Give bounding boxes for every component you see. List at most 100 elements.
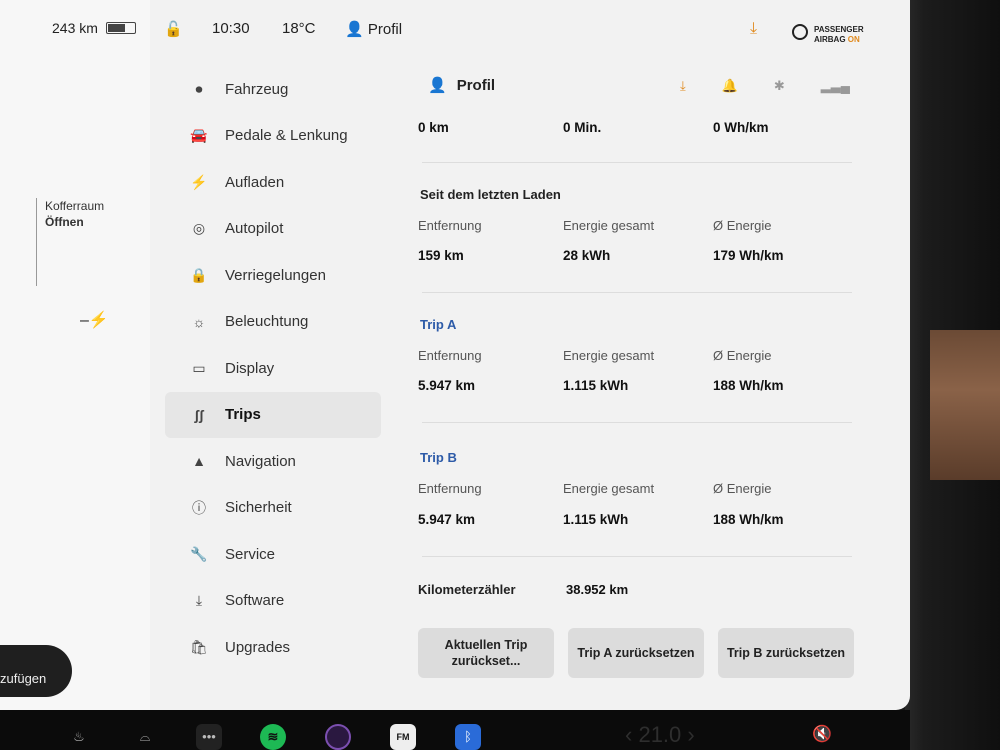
- steering-wheel-icon: ◎: [192, 220, 206, 237]
- trunk-control[interactable]: Kofferraum Öffnen: [36, 198, 104, 286]
- cabin-temperature[interactable]: ‹ 21.0 ›: [625, 722, 695, 748]
- lock-icon: 🔒: [190, 266, 208, 283]
- bolt-icon: ⚡: [190, 173, 208, 190]
- trip-a-energy: 1.115 kWh: [563, 378, 629, 393]
- passenger-airbag-status: PASSENGER AIRBAG ON: [814, 25, 864, 45]
- reset-trip-b-button[interactable]: Trip B zurücksetzen: [718, 628, 854, 678]
- profile-header[interactable]: 👤 Profil: [428, 76, 495, 94]
- alert-icon: ⓘ: [192, 499, 206, 516]
- lte-signal-icon: ▂▃▄: [820, 78, 850, 93]
- trunk-open-action[interactable]: Öffnen: [45, 215, 84, 229]
- trip-b-distance-label: Entfernung: [418, 481, 482, 496]
- trip-a-avg-label: Ø Energie: [713, 348, 772, 363]
- divider: [422, 556, 852, 557]
- charge-port-icon[interactable]: –⚡: [80, 310, 109, 330]
- menu-item-service[interactable]: 🔧 Service: [165, 531, 385, 578]
- profile-button[interactable]: 👤 Profil: [345, 20, 402, 38]
- since-charge-distance: 159 km: [418, 248, 464, 263]
- current-energy: 0 Wh/km: [713, 120, 769, 135]
- menu-item-label: Fahrzeug: [225, 80, 289, 98]
- download-icon[interactable]: ⤓: [750, 20, 757, 38]
- menu-item-label: Display: [225, 359, 275, 377]
- airbag-line2: AIRBAG: [814, 35, 846, 44]
- menu-item-aufladen[interactable]: ⚡ Aufladen: [165, 159, 385, 206]
- reset-buttons: Aktuellen Trip zurückset... Trip A zurüc…: [418, 628, 854, 678]
- more-apps-icon[interactable]: •••: [196, 724, 222, 750]
- menu-item-fahrzeug[interactable]: ⏺ Fahrzeug: [165, 66, 385, 113]
- navigation-icon: ▲: [192, 453, 206, 470]
- trunk-label: Kofferraum: [45, 199, 105, 213]
- reset-current-trip-button[interactable]: Aktuellen Trip zurückset...: [418, 628, 554, 678]
- odometer-label: Kilometerzähler: [418, 582, 516, 597]
- wood-trim: [930, 330, 1000, 480]
- menu-item-label: Pedale & Lenkung: [225, 127, 348, 145]
- since-charge-energy: 28 kWh: [563, 248, 611, 263]
- odometer-value: 38.952 km: [566, 582, 629, 597]
- menu-item-sicherheit[interactable]: ⓘ Sicherheit: [165, 485, 385, 532]
- menu-item-display[interactable]: ▭ Display: [165, 345, 385, 392]
- odometer: Kilometerzähler 38.952 km: [418, 582, 628, 597]
- bluetooth-icon[interactable]: ✱: [774, 78, 785, 94]
- range-value: 243 km: [52, 20, 98, 36]
- trip-b-energy-label: Energie gesamt: [563, 481, 655, 496]
- bluetooth-icon[interactable]: ᛒ: [455, 724, 481, 750]
- download-icon: ⤓: [195, 592, 203, 609]
- since-charge-title: Seit dem letzten Laden: [420, 187, 561, 202]
- spotify-icon[interactable]: ≋: [260, 724, 286, 750]
- trip-a-values: 5.947 km 1.115 kWh 188 Wh/km: [418, 378, 858, 393]
- current-time: 0 Min.: [563, 120, 602, 135]
- top-status-bar: 🔓 10:30 18°C 👤 Profil ⤓ PASSENGER AIRBAG…: [150, 0, 910, 58]
- divider: [422, 422, 852, 423]
- clock: 10:30: [212, 20, 250, 37]
- airbag-icon: [792, 24, 808, 40]
- bag-icon: 🛍: [190, 638, 208, 655]
- light-icon: ☼: [192, 313, 206, 330]
- trip-a-distance-label: Entfernung: [418, 348, 482, 363]
- toggle-icon: ⏺: [195, 80, 203, 97]
- car-icon: 🚘: [190, 127, 208, 144]
- add-button[interactable]: zufügen: [0, 645, 72, 697]
- menu-item-label: Service: [225, 545, 276, 563]
- person-icon: 👤: [428, 77, 447, 94]
- since-charge-labels: Entfernung Energie gesamt Ø Energie: [418, 218, 858, 233]
- divider: [422, 292, 852, 293]
- trip-b-labels: Entfernung Energie gesamt Ø Energie: [418, 481, 858, 496]
- chevron-left-icon[interactable]: ‹: [625, 722, 632, 747]
- person-icon: 👤: [345, 21, 364, 38]
- menu-item-label: Aufladen: [225, 173, 285, 191]
- chevron-right-icon[interactable]: ›: [687, 722, 694, 747]
- rear-defrost-icon[interactable]: ♨: [66, 724, 92, 750]
- menu-item-software[interactable]: ⤓ Software: [165, 578, 385, 625]
- menu-item-trips[interactable]: ʃʃ Trips: [165, 391, 381, 438]
- fm-radio-icon[interactable]: FM: [390, 724, 416, 750]
- menu-item-pedale[interactable]: 🚘 Pedale & Lenkung: [165, 113, 385, 160]
- trip-b-values: 5.947 km 1.115 kWh 188 Wh/km: [418, 512, 858, 527]
- since-charge-values: 159 km 28 kWh 179 Wh/km: [418, 248, 858, 263]
- menu-item-verriegelungen[interactable]: 🔒 Verriegelungen: [165, 252, 385, 299]
- menu-item-label: Autopilot: [225, 220, 284, 238]
- trip-b-avg: 188 Wh/km: [713, 512, 784, 527]
- cabin-temperature-value: 21.0: [638, 722, 682, 747]
- menu-item-label: Software: [225, 592, 285, 610]
- range-indicator: 243 km: [52, 20, 136, 36]
- menu-item-navigation[interactable]: ▲ Navigation: [165, 438, 385, 485]
- trip-b-title: Trip B: [420, 450, 457, 465]
- trips-icon: ʃʃ: [194, 406, 204, 423]
- settings-menu: ⏺ Fahrzeug 🚘 Pedale & Lenkung ⚡ Aufladen ◎ A…: [165, 66, 385, 671]
- since-charge-distance-label: Entfernung: [418, 218, 482, 233]
- wrench-icon: 🔧: [190, 545, 208, 562]
- camera-icon[interactable]: [325, 724, 351, 750]
- mute-icon[interactable]: 🔇: [812, 724, 832, 744]
- unlock-icon[interactable]: 🔓: [164, 20, 183, 38]
- menu-item-beleuchtung[interactable]: ☼ Beleuchtung: [165, 299, 385, 346]
- reset-trip-a-button[interactable]: Trip A zurücksetzen: [568, 628, 704, 678]
- front-defrost-icon[interactable]: ⌓: [132, 724, 158, 750]
- menu-item-autopilot[interactable]: ◎ Autopilot: [165, 206, 385, 253]
- bell-icon[interactable]: 🔔: [722, 78, 738, 94]
- download-icon[interactable]: ⤓: [680, 78, 686, 94]
- trip-a-labels: Entfernung Energie gesamt Ø Energie: [418, 348, 858, 363]
- current-trip-row: 0 km 0 Min. 0 Wh/km: [418, 120, 858, 135]
- airbag-state: ON: [847, 35, 860, 44]
- menu-item-upgrades[interactable]: 🛍 Upgrades: [165, 624, 385, 671]
- profile-label: Profil: [367, 21, 403, 38]
